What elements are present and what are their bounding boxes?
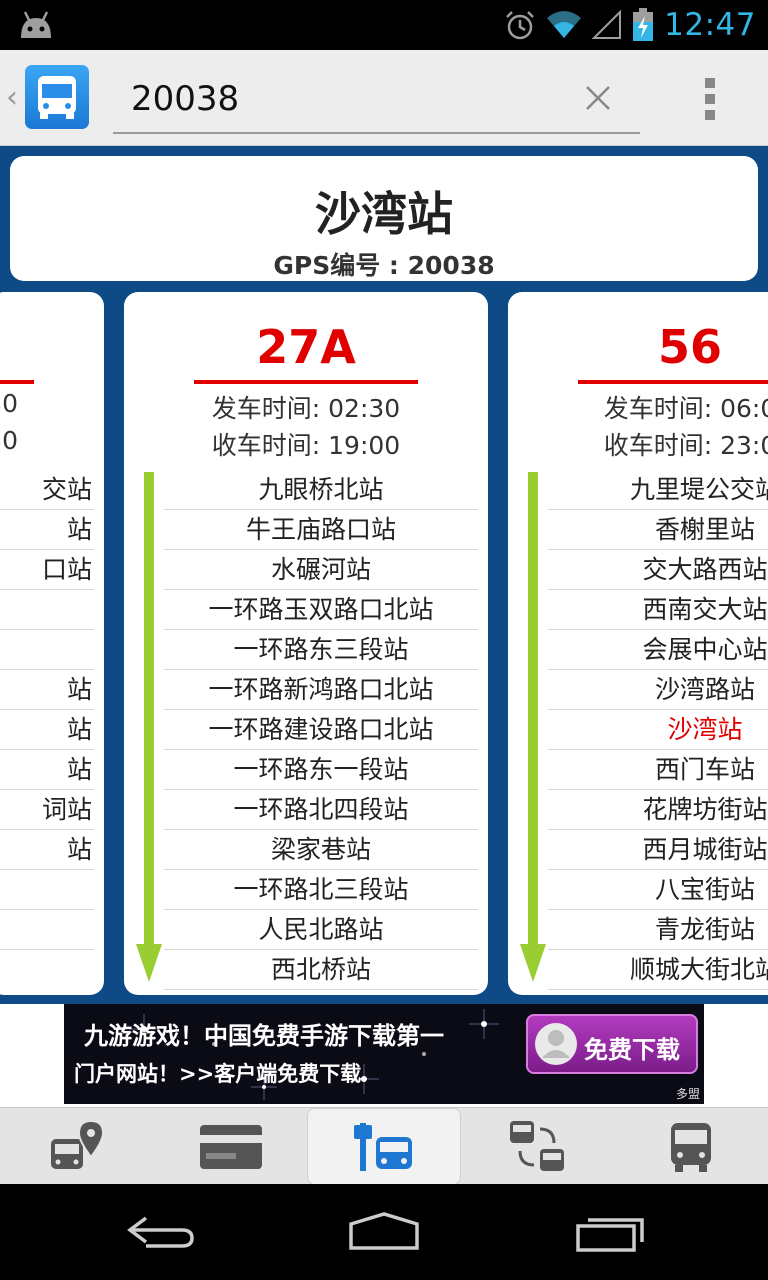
route-number: 27A [256, 320, 356, 374]
stop-item[interactable]: 西月城街站 [548, 830, 768, 870]
bottom-tab-bar [0, 1107, 768, 1185]
route-card-56[interactable]: 56 发车时间: 06:0 收车时间: 23:0 九里堤公交站 香榭里站 交大路西站… [508, 292, 768, 995]
route-depart-time: 发车时间: 06:0 [603, 394, 768, 423]
route-number: 56 [657, 320, 722, 374]
stop-item[interactable]: 一环路建设路口北站 [164, 710, 478, 750]
stop-item[interactable]: 站 [0, 710, 94, 750]
stop-item[interactable]: 一环路东一段站 [164, 750, 478, 790]
alarm-icon [506, 11, 535, 40]
stop-item[interactable]: 一环路玉双路口北站 [164, 590, 478, 630]
bus-location-icon [51, 1119, 105, 1169]
user-avatar-icon [535, 1023, 577, 1065]
ad-provider-tag: 多盟 [675, 1087, 700, 1101]
stop-item[interactable]: 九里堤公交站 [548, 470, 768, 510]
search-box [113, 68, 640, 134]
stop-item[interactable]: 站 [0, 510, 94, 550]
back-chevron-icon[interactable]: ‹ [6, 80, 18, 115]
stop-item[interactable]: 一环路北四段站 [164, 790, 478, 830]
stop-item[interactable]: 口站 [0, 550, 94, 590]
stop-item[interactable]: 梁家巷站 [164, 830, 478, 870]
route-underline [194, 380, 418, 384]
app-bar: ‹ [0, 50, 768, 146]
stop-item[interactable]: 站 [0, 830, 94, 870]
stop-item[interactable] [0, 630, 94, 670]
stop-item[interactable] [0, 590, 94, 630]
stop-item[interactable]: 青龙街站 [548, 910, 768, 950]
route-depart-time: 发车时间: 02:30 [211, 394, 401, 423]
stop-item[interactable]: 站 [0, 670, 94, 710]
route-last-time: 30 [0, 426, 18, 455]
home-icon[interactable] [339, 1210, 429, 1254]
stop-item[interactable]: 西门车站 [548, 750, 768, 790]
route-card-partial-left[interactable]: 30 30 交站站口站站站站词站站 [0, 292, 104, 995]
main-content: 沙湾站 GPS编号 : 20038 30 30 交站站口站站站站词站站 27A … [0, 146, 768, 1004]
stop-list: 交站站口站站站站词站站 [0, 470, 94, 950]
route-depart-time: 30 [0, 389, 18, 418]
stop-item[interactable]: 交大路西站 [548, 550, 768, 590]
stop-item[interactable]: 交站 [0, 470, 94, 510]
back-icon[interactable] [116, 1210, 206, 1254]
station-name: 沙湾站 [315, 187, 453, 241]
bus-icon [671, 1122, 711, 1172]
route-card-27a[interactable]: 27A 发车时间: 02:30 收车时间: 19:00 九眼桥北站 牛王庙路口站水… [124, 292, 488, 995]
ad-headline: 九游游戏！中国免费手游下载第一 [84, 1022, 444, 1050]
stop-item[interactable]: 香榭里站 [548, 510, 768, 550]
battery-charging-icon [633, 8, 654, 41]
stop-item[interactable]: 八宝街站 [548, 870, 768, 910]
status-bar: 12:47 [0, 0, 768, 50]
stop-item[interactable]: 词站 [0, 790, 94, 830]
stop-item[interactable]: 顺城大街北站 [548, 950, 768, 990]
stop-item[interactable]: 一环路东三段站 [164, 630, 478, 670]
stop-list: 九里堤公交站 香榭里站 交大路西站 西南交大站 会展中心站 沙湾路站 沙湾站 西门车站 花牌坊街… [548, 470, 768, 990]
stop-item-current[interactable]: 沙湾站 [548, 710, 768, 750]
system-nav-bar [0, 1184, 768, 1280]
stop-list: 九眼桥北站 牛王庙路口站 水碾河站 一环路玉双路口北站 一环路东三段站 一环路新鸿路口北站… [164, 470, 478, 990]
tab-transfer[interactable] [461, 1108, 615, 1185]
wifi-icon [547, 11, 582, 38]
ad-subline: 门户网站！>>客户端免费下载 [74, 1062, 362, 1086]
route-last-time: 收车时间: 23:0 [603, 431, 768, 460]
ad-download-label: 免费下载 [584, 1036, 680, 1064]
route-underline [578, 380, 768, 384]
clear-icon[interactable] [578, 78, 618, 118]
stop-item[interactable]: 西北桥站 [164, 950, 478, 990]
direction-arrow-icon [136, 472, 162, 982]
recent-apps-icon[interactable] [566, 1210, 656, 1254]
stop-item[interactable]: 沙湾路站 [548, 670, 768, 710]
clock: 12:47 [664, 7, 756, 43]
stop-item[interactable]: 九眼桥北站 [164, 470, 478, 510]
ad-download-button[interactable]: 免费下载 [526, 1014, 698, 1074]
stop-item[interactable]: 一环路新鸿路口北站 [164, 670, 478, 710]
overflow-menu-icon[interactable] [696, 76, 726, 122]
station-gps: GPS编号 : 20038 [273, 251, 495, 280]
station-card: 沙湾站 GPS编号 : 20038 [10, 156, 758, 281]
ad-banner[interactable]: 九游游戏！中国免费手游下载第一 门户网站！>>客户端免费下载 免费下载 多盟 [64, 1004, 704, 1104]
stop-item[interactable]: 水碾河站 [164, 550, 478, 590]
route-last-time: 收车时间: 19:00 [211, 431, 401, 460]
stop-item[interactable] [0, 910, 94, 950]
signal-icon [592, 10, 622, 39]
bus-transfer-icon [510, 1120, 564, 1171]
transit-card-icon [200, 1124, 262, 1169]
stop-item[interactable]: 会展中心站 [548, 630, 768, 670]
stop-item[interactable] [0, 870, 94, 910]
stop-item[interactable]: 站 [0, 750, 94, 790]
search-input[interactable] [131, 74, 571, 124]
stop-item[interactable]: 牛王庙路口站 [164, 510, 478, 550]
direction-arrow-icon [520, 472, 546, 982]
tab-route[interactable] [614, 1108, 768, 1185]
tab-nearby[interactable] [0, 1108, 154, 1185]
stop-item[interactable]: 人民北路站 [164, 910, 478, 950]
tab-card[interactable] [154, 1108, 308, 1185]
route-underline [0, 380, 34, 384]
android-icon [21, 11, 51, 38]
stop-item[interactable]: 西南交大站 [548, 590, 768, 630]
tab-station[interactable] [307, 1108, 461, 1185]
bus-stop-icon [354, 1122, 412, 1171]
stop-item[interactable]: 一环路北三段站 [164, 870, 478, 910]
bus-app-icon[interactable] [25, 65, 89, 129]
stop-item[interactable]: 花牌坊街站 [548, 790, 768, 830]
